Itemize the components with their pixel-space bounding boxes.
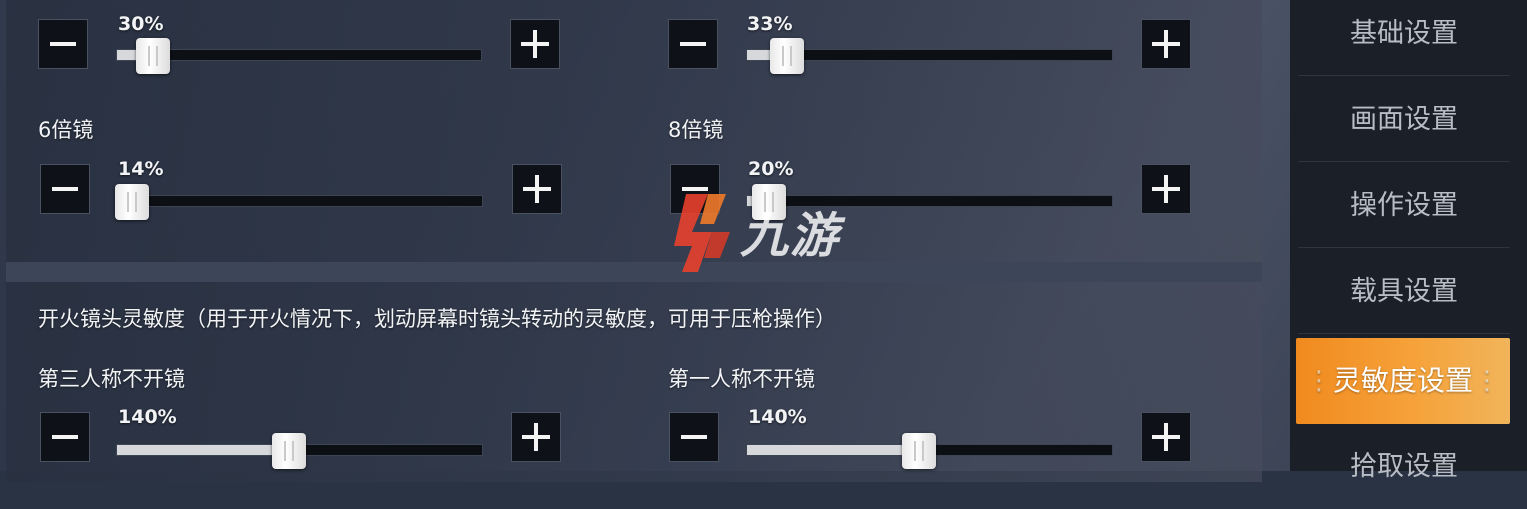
slider-thumb[interactable]	[136, 38, 171, 74]
sidebar-item-pickup[interactable]: 拾取设置	[1298, 425, 1510, 509]
decrease-button[interactable]	[40, 164, 90, 214]
sidebar-item-basic[interactable]: 基础设置	[1298, 0, 1510, 76]
increase-button[interactable]	[510, 19, 560, 69]
increase-button[interactable]	[1141, 19, 1191, 69]
scope-6x-label: 6倍镜	[38, 118, 94, 142]
increase-button[interactable]	[511, 412, 561, 462]
slider-fill	[747, 445, 919, 455]
tpp-no-scope-label: 第三人称不开镜	[38, 367, 185, 391]
settings-sidebar: 基础设置 画面设置 操作设置 载具设置 灵敏度设置 拾取设置	[1290, 0, 1527, 482]
increase-button[interactable]	[512, 164, 562, 214]
slider-thumb[interactable]	[114, 184, 149, 220]
sidebar-item-vehicle[interactable]: 载具设置	[1298, 250, 1510, 334]
scope-8x-label: 8倍镜	[668, 118, 724, 142]
jiuyou-watermark: 九游	[668, 188, 868, 278]
sidebar-item-graphics[interactable]: 画面设置	[1298, 78, 1510, 162]
decrease-button[interactable]	[38, 19, 88, 69]
scope-sensitivity-panel	[6, 0, 1262, 262]
section-divider	[6, 262, 1262, 282]
sensitivity-slider[interactable]	[116, 433, 483, 469]
increase-button[interactable]	[1141, 412, 1191, 462]
slider-thumb[interactable]	[770, 38, 805, 74]
sensitivity-slider[interactable]	[116, 38, 482, 74]
decrease-button[interactable]	[668, 19, 718, 69]
slider-value: 30%	[118, 13, 164, 35]
watermark-text: 九游	[740, 208, 841, 264]
sensitivity-slider[interactable]	[114, 184, 483, 220]
fire-sensitivity-title: 开火镜头灵敏度（用于开火情况下，划动屏幕时镜头转动的灵敏度，可用于压枪操作）	[38, 307, 836, 331]
sensitivity-slider[interactable]	[746, 38, 1113, 74]
slider-fill	[117, 445, 289, 455]
slider-thumb[interactable]	[901, 433, 936, 469]
sensitivity-slider[interactable]	[746, 433, 1113, 469]
slider-value: 140%	[118, 406, 177, 428]
decrease-button[interactable]	[669, 412, 719, 462]
increase-button[interactable]	[1141, 164, 1191, 214]
fpp-no-scope-label: 第一人称不开镜	[668, 367, 815, 391]
jiuyou-logo-icon	[674, 194, 730, 272]
slider-value: 20%	[748, 158, 794, 180]
slider-value: 140%	[748, 406, 807, 428]
slider-thumb[interactable]	[271, 433, 306, 469]
sidebar-item-sensitivity[interactable]: 灵敏度设置	[1296, 338, 1510, 424]
slider-value: 14%	[118, 158, 164, 180]
settings-content: 30% 33% 6倍镜 14% 8倍镜 20% 开火镜头灵敏度（用于开火情况下，…	[0, 0, 1290, 482]
sidebar-item-controls[interactable]: 操作设置	[1298, 164, 1510, 248]
decrease-button[interactable]	[40, 412, 90, 462]
slider-value: 33%	[747, 13, 793, 35]
